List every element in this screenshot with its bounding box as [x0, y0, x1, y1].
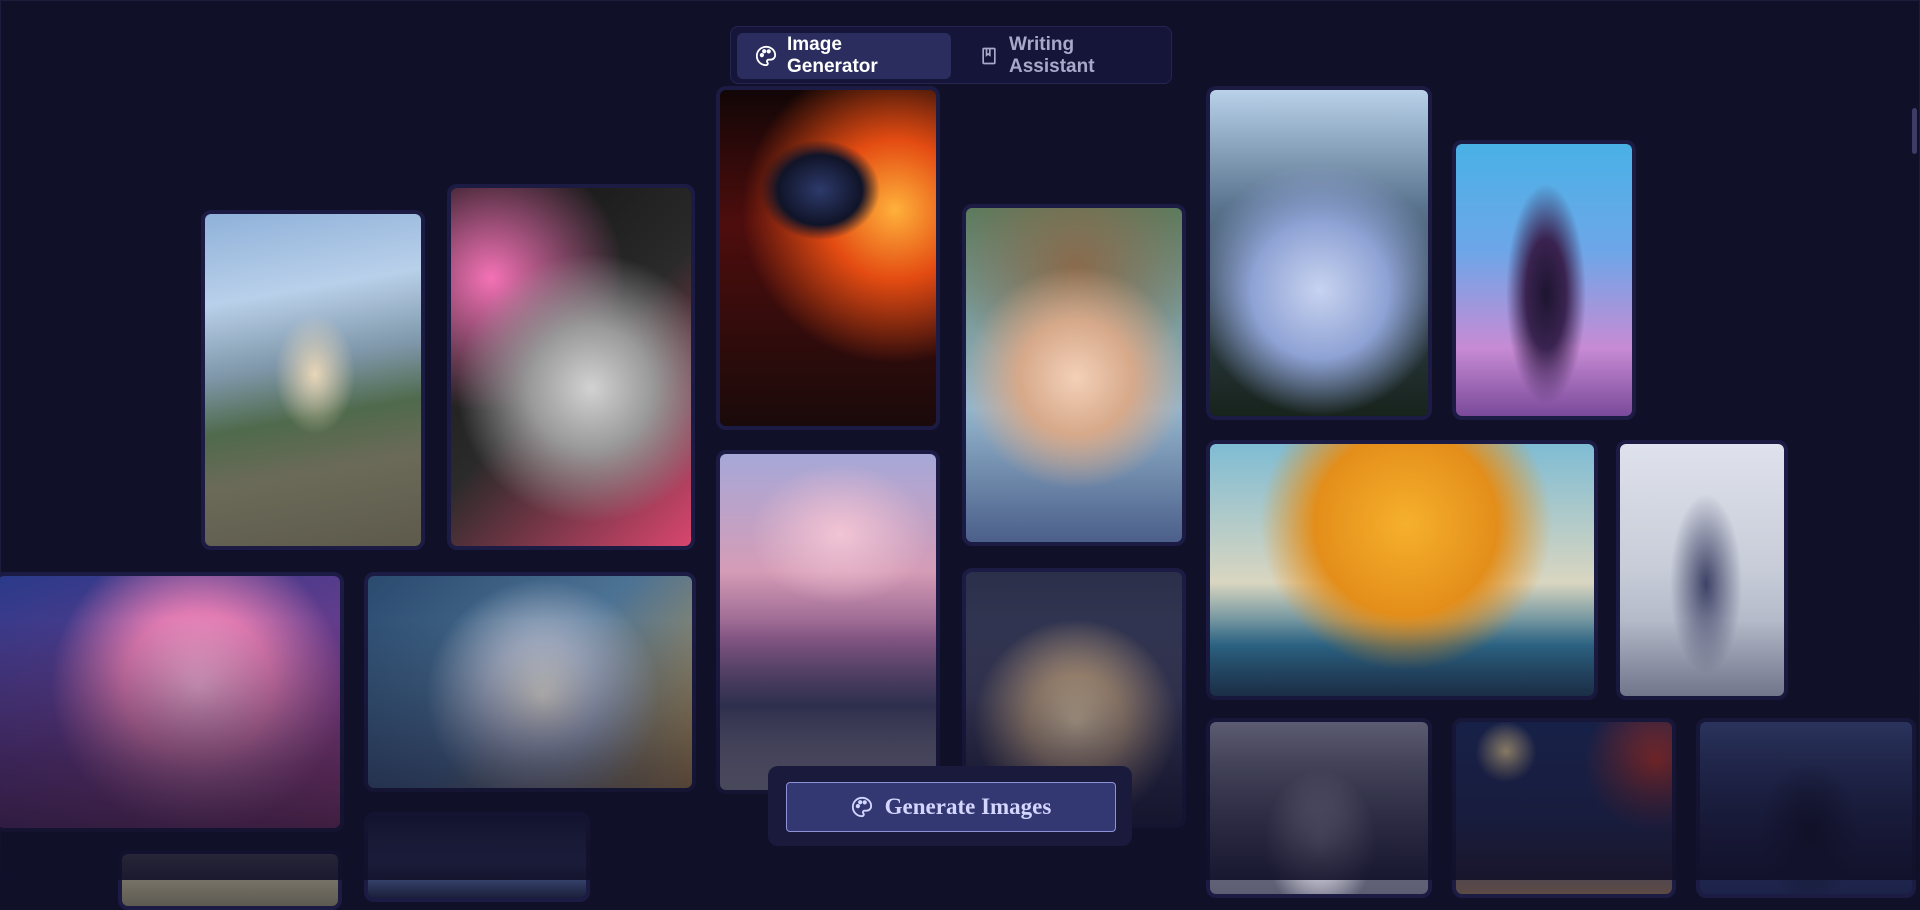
gallery-image[interactable]	[364, 812, 590, 902]
book-icon	[982, 47, 996, 65]
gallery-image[interactable]	[118, 850, 342, 910]
gallery-image[interactable]	[447, 184, 695, 550]
gallery-image[interactable]	[1696, 718, 1916, 898]
palette-icon	[851, 796, 872, 818]
gallery-image[interactable]	[0, 572, 344, 832]
generate-panel: Generate Images	[768, 766, 1132, 846]
palette-icon	[755, 45, 777, 67]
tab-label: Image Generator	[787, 34, 878, 77]
generate-images-button[interactable]: Generate Images	[786, 782, 1116, 832]
gallery-image[interactable]	[1206, 440, 1598, 700]
scrollbar[interactable]	[1906, 0, 1920, 880]
tab-image-generator[interactable]: Image Generator	[737, 33, 951, 79]
gallery-image[interactable]	[962, 204, 1186, 546]
mode-tabs: Image Generator Writing Assistant	[730, 26, 1172, 84]
gallery-image[interactable]	[1452, 718, 1676, 898]
gallery-image[interactable]	[1452, 140, 1636, 420]
gallery-image[interactable]	[716, 450, 940, 794]
gallery-image[interactable]	[201, 210, 425, 550]
scrollbar-thumb[interactable]	[1912, 108, 1917, 154]
tab-writing-assistant[interactable]: Writing Assistant	[961, 33, 1161, 79]
generate-button-label: Generate Images	[884, 794, 1052, 819]
gallery-image[interactable]	[1616, 440, 1788, 700]
gallery-image[interactable]	[716, 86, 940, 430]
gallery-image[interactable]	[1206, 718, 1432, 898]
gallery-image[interactable]	[364, 572, 696, 792]
tab-label: Writing Assistant	[1009, 34, 1095, 77]
gallery-image[interactable]	[1206, 86, 1432, 420]
